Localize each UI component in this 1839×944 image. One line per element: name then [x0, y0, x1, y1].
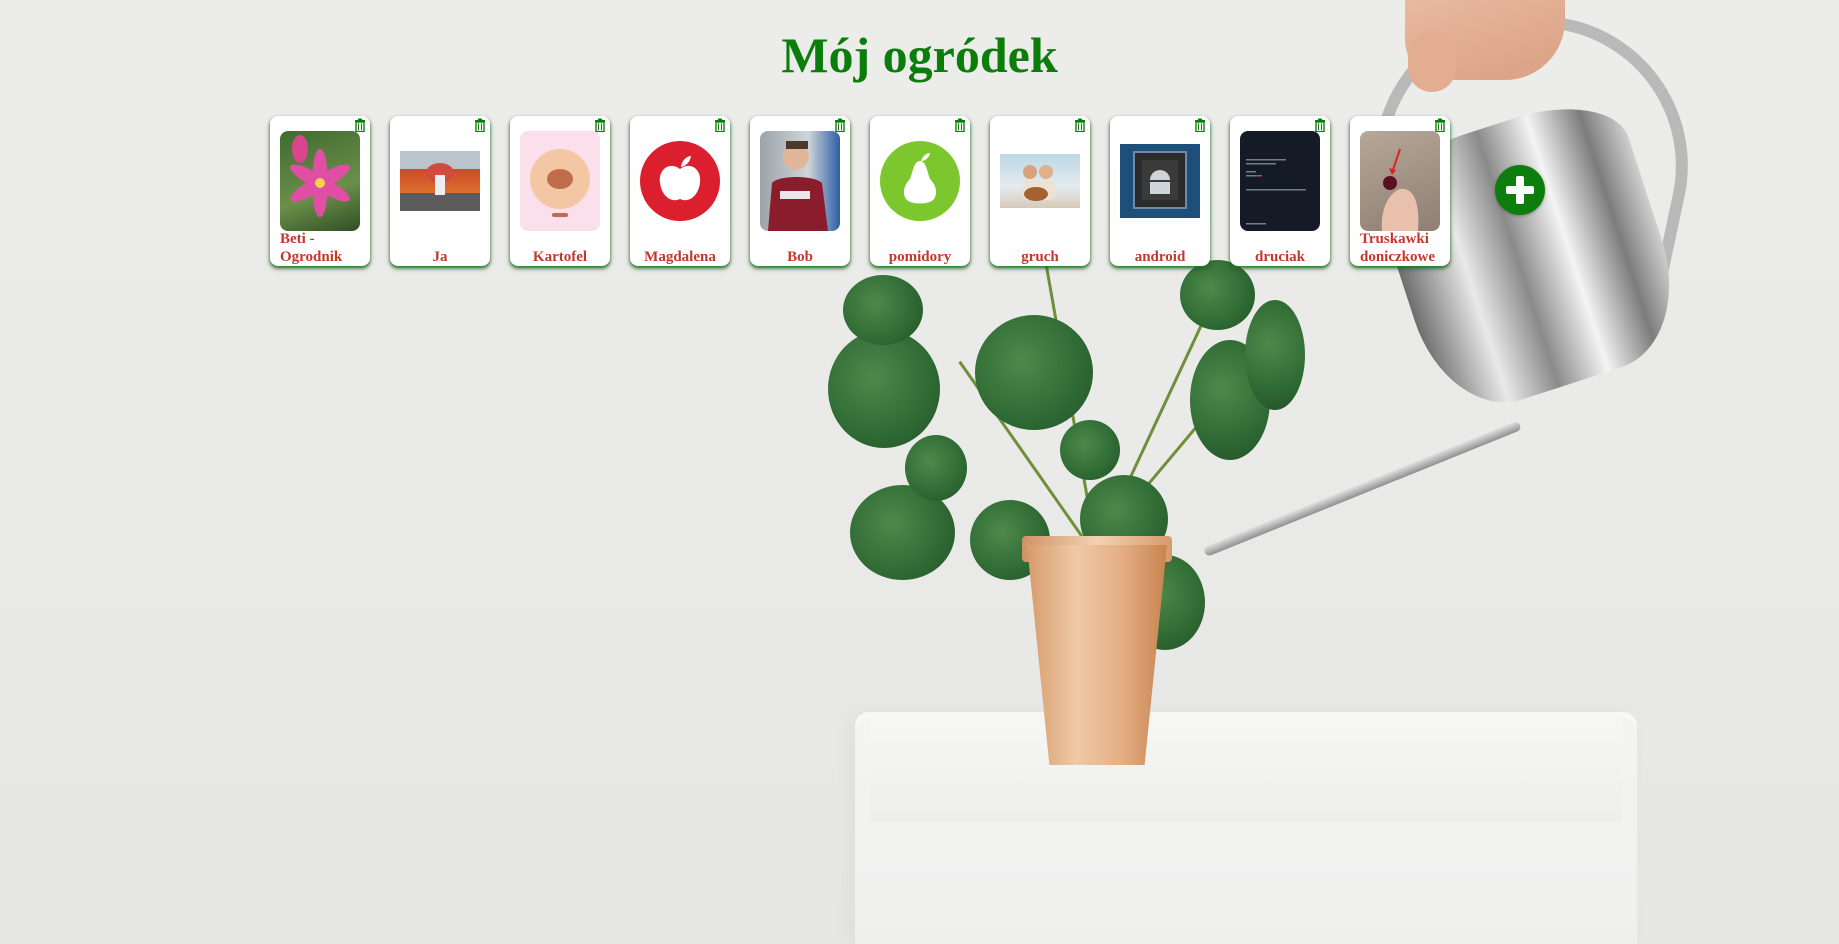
trash-icon[interactable] [354, 118, 366, 132]
trash-icon[interactable] [1434, 118, 1446, 132]
garden-label: Ja [432, 249, 448, 265]
garden-label: Bob [787, 249, 813, 265]
garden-label: gruch [1021, 249, 1059, 265]
strawberry-hand-photo [1360, 131, 1440, 231]
garden-card[interactable]: gruch [990, 116, 1090, 266]
garden-card[interactable]: Ja [390, 116, 490, 266]
trash-icon[interactable] [474, 118, 486, 132]
garden-card[interactable]: Beti - Ogrodnik [270, 116, 370, 266]
plant-leaf [975, 315, 1093, 430]
garden-label: Kartofel [532, 249, 588, 265]
android-chip-icon [1120, 144, 1200, 218]
trash-icon[interactable] [954, 118, 966, 132]
trash-icon[interactable] [1314, 118, 1326, 132]
man-portrait-photo [760, 131, 840, 231]
garden-label: Magdalena [644, 249, 716, 265]
garden-card[interactable]: Magdalena [630, 116, 730, 266]
add-garden-button[interactable] [1495, 165, 1545, 215]
garden-card[interactable]: Kartofel [510, 116, 610, 266]
page-title: Mój ogródek [781, 27, 1058, 83]
plant-leaf [1245, 300, 1305, 410]
plant-leaf [843, 275, 923, 345]
garden-label: android [1134, 249, 1186, 265]
trash-icon[interactable] [1194, 118, 1206, 132]
potato-app-icon [520, 131, 600, 231]
garden-card[interactable]: druciak [1230, 116, 1330, 266]
pear-icon [880, 131, 960, 231]
plant-leaf [828, 330, 940, 448]
garden-label: druciak [1254, 249, 1305, 265]
pink-lily-photo [280, 131, 360, 231]
couple-guitar-photo [1000, 154, 1080, 208]
plant-leaf [905, 435, 967, 501]
garden-card[interactable]: Truskawki doniczkowe [1350, 116, 1450, 266]
apple-icon [640, 131, 720, 231]
terminal-screenshot [1240, 131, 1320, 231]
trash-icon[interactable] [714, 118, 726, 132]
garden-label: Beti - Ogrodnik [280, 231, 343, 265]
garden-label: pomidory [888, 249, 952, 265]
garden-card[interactable]: pomidory [870, 116, 970, 266]
trash-icon[interactable] [834, 118, 846, 132]
trash-icon[interactable] [1074, 118, 1086, 132]
garden-label: Truskawki doniczkowe [1360, 231, 1435, 265]
garden-card[interactable]: android [1110, 116, 1210, 266]
plant-leaf [1060, 420, 1120, 480]
plant-leaf [1180, 260, 1255, 330]
flower-pot [1027, 545, 1167, 765]
trash-icon[interactable] [594, 118, 606, 132]
mushroom-photo [400, 151, 480, 211]
pedestal-top [870, 712, 1622, 822]
garden-card[interactable]: Bob [750, 116, 850, 266]
